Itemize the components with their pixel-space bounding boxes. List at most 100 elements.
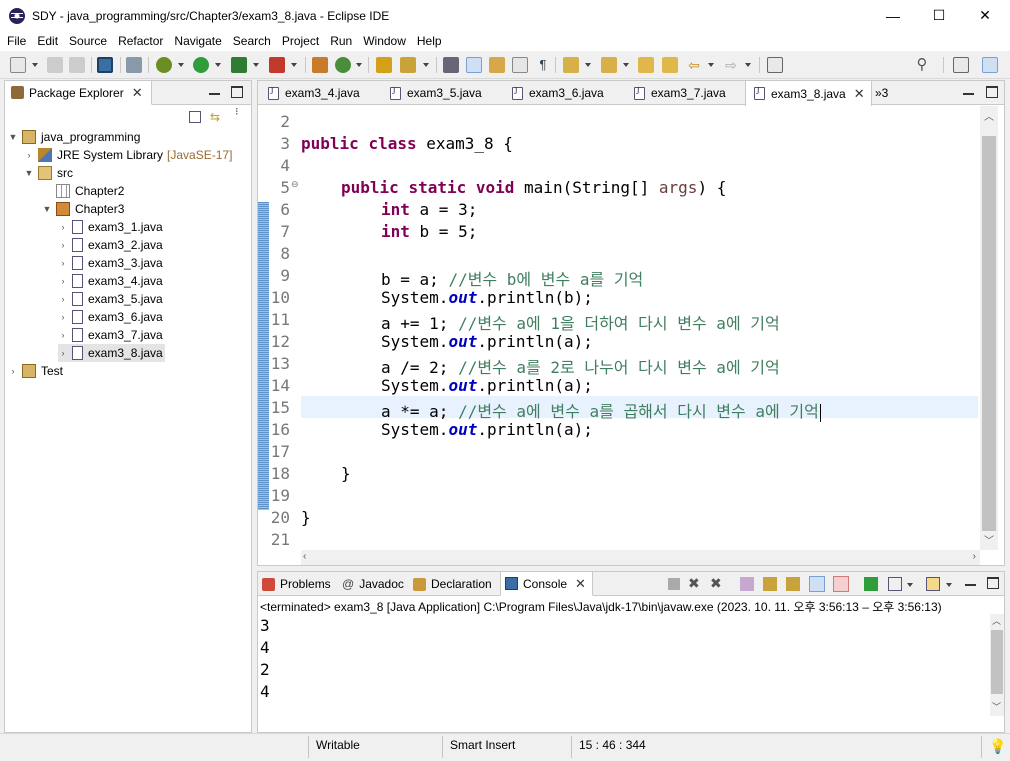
tree-package-chapter2[interactable]: Chapter2 xyxy=(42,182,124,200)
lightbulb-icon[interactable]: 💡 xyxy=(989,738,1006,755)
menu-run[interactable]: Run xyxy=(326,34,356,48)
menu-source[interactable]: Source xyxy=(65,34,111,48)
tab-console[interactable]: Console ✕ xyxy=(500,572,593,596)
collapsed-icon[interactable]: › xyxy=(58,294,68,304)
toggle-highlight-icon[interactable] xyxy=(466,57,482,73)
scroll-left-icon[interactable]: ‹ xyxy=(303,551,306,562)
tree-package-chapter3[interactable]: ▼ Chapter3 xyxy=(42,200,124,218)
last-edit-location-icon[interactable] xyxy=(638,57,654,73)
show-whitespace-icon[interactable]: ¶ xyxy=(535,57,551,73)
close-icon[interactable]: ✕ xyxy=(854,86,865,102)
tab-package-explorer[interactable]: Package Explorer ✕ xyxy=(5,81,152,105)
search-icon[interactable]: ⚲ xyxy=(914,57,930,73)
tree-project-test[interactable]: › Test xyxy=(8,362,63,380)
editor-tab[interactable]: exam3_6.java xyxy=(508,81,608,105)
debug-icon[interactable] xyxy=(156,57,172,73)
menu-edit[interactable]: Edit xyxy=(33,34,62,48)
back-dropdown-icon[interactable] xyxy=(708,63,714,67)
fold-collapse-icon[interactable]: ⊖ xyxy=(291,180,299,190)
open-type-icon[interactable] xyxy=(376,57,392,73)
next-annotation-icon[interactable] xyxy=(563,57,579,73)
menu-refactor[interactable]: Refactor xyxy=(114,34,167,48)
console-vertical-scrollbar[interactable]: ︿ ﹀ xyxy=(990,614,1004,716)
minimize-button[interactable]: — xyxy=(870,0,916,31)
maximize-button[interactable]: ☐ xyxy=(916,0,962,31)
collapsed-icon[interactable]: › xyxy=(58,330,68,340)
collapsed-icon[interactable]: › xyxy=(58,240,68,250)
scroll-thumb[interactable] xyxy=(991,630,1003,694)
menu-window[interactable]: Window xyxy=(359,34,410,48)
maximize-view-icon[interactable] xyxy=(986,86,998,98)
tab-declaration[interactable]: Declaration xyxy=(413,572,492,596)
expanded-icon[interactable]: ▼ xyxy=(42,204,52,214)
new-icon[interactable] xyxy=(10,57,26,73)
display-selected-console-icon[interactable] xyxy=(888,577,902,591)
scroll-right-icon[interactable]: › xyxy=(973,551,976,562)
close-icon[interactable]: ✕ xyxy=(575,576,586,592)
coverage-dropdown-icon[interactable] xyxy=(253,63,259,67)
menu-file[interactable]: File xyxy=(3,34,30,48)
maximize-view-icon[interactable] xyxy=(231,86,243,98)
menu-search[interactable]: Search xyxy=(229,34,275,48)
debug-dropdown-icon[interactable] xyxy=(178,63,184,67)
collapsed-icon[interactable]: › xyxy=(58,258,68,268)
open-console-icon[interactable] xyxy=(926,577,940,591)
open-task-dropdown-icon[interactable] xyxy=(423,63,429,67)
menu-help[interactable]: Help xyxy=(413,34,446,48)
collapsed-icon[interactable]: › xyxy=(24,150,34,160)
block-selection-icon[interactable] xyxy=(512,57,528,73)
new-dropdown-icon[interactable] xyxy=(32,63,38,67)
pin-console-icon[interactable] xyxy=(864,577,878,591)
editor-horizontal-scrollbar[interactable]: ‹ › xyxy=(301,550,980,565)
tab-javadoc[interactable]: @ Javadoc xyxy=(342,572,404,596)
link-with-editor-icon[interactable]: ⇆ xyxy=(210,111,222,123)
collapsed-icon[interactable]: › xyxy=(58,276,68,286)
clear-console-icon[interactable] xyxy=(740,577,754,591)
tree-file[interactable]: › exam3_5.java xyxy=(58,290,163,308)
view-menu-icon[interactable]: ⁝ xyxy=(235,107,239,124)
close-button[interactable]: ✕ xyxy=(962,0,1008,31)
tab-overflow-button[interactable]: »3 xyxy=(875,81,888,105)
minimize-view-icon[interactable] xyxy=(963,89,974,95)
show-on-stdout-icon[interactable] xyxy=(809,576,825,592)
tree-file-selected[interactable]: › exam3_8.java xyxy=(58,344,165,362)
remove-all-launches-icon[interactable]: ✖ xyxy=(710,575,722,592)
word-wrap-icon[interactable] xyxy=(786,577,800,591)
scroll-down-icon[interactable]: ﹀ xyxy=(992,700,1001,713)
expanded-icon[interactable]: ▼ xyxy=(8,132,18,142)
tab-problems[interactable]: Problems xyxy=(262,572,331,596)
toggle-breadcrumb-icon[interactable] xyxy=(489,57,505,73)
toggle-mark-occurrences-icon[interactable] xyxy=(443,57,459,73)
tree-file[interactable]: › exam3_6.java xyxy=(58,308,163,326)
forward-icon[interactable]: ⇨ xyxy=(723,57,739,73)
scroll-thumb[interactable] xyxy=(982,136,996,531)
tree-jre-library[interactable]: › JRE System Library [JavaSE-17] xyxy=(24,146,232,164)
previous-annotation-dropdown-icon[interactable] xyxy=(623,63,629,67)
open-console-dropdown-icon[interactable] xyxy=(946,583,952,587)
next-edit-location-icon[interactable] xyxy=(662,57,678,73)
tree-file[interactable]: › exam3_2.java xyxy=(58,236,163,254)
tree-file[interactable]: › exam3_3.java xyxy=(58,254,163,272)
save-icon[interactable] xyxy=(47,57,63,73)
minimize-view-icon[interactable] xyxy=(209,89,220,95)
scroll-down-icon[interactable]: ﹀ xyxy=(984,532,994,547)
terminate-icon[interactable] xyxy=(668,578,680,590)
menu-project[interactable]: Project xyxy=(278,34,323,48)
editor-tab-active[interactable]: exam3_8.java ✕ xyxy=(745,81,872,106)
external-tools-dropdown-icon[interactable] xyxy=(291,63,297,67)
code-area[interactable]: 2 3 4 5 ⊖ 6 7 8 9 10 11 12 13 14 15 16 1… xyxy=(258,106,980,550)
pin-editor-icon[interactable] xyxy=(767,57,783,73)
collapsed-icon[interactable]: › xyxy=(58,312,68,322)
editor-tab[interactable]: exam3_5.java xyxy=(386,81,486,105)
tree-src-folder[interactable]: ▼ src xyxy=(24,164,73,182)
editor-vertical-scrollbar[interactable]: ︿ ﹀ xyxy=(980,106,998,550)
save-all-icon[interactable] xyxy=(69,57,85,73)
tree-file[interactable]: › exam3_7.java xyxy=(58,326,163,344)
scroll-lock-icon[interactable] xyxy=(763,577,777,591)
open-console-icon[interactable] xyxy=(97,57,113,73)
new-java-project-icon[interactable] xyxy=(312,57,328,73)
previous-annotation-icon[interactable] xyxy=(601,57,617,73)
remove-launch-icon[interactable]: ✖ xyxy=(688,575,700,592)
collapsed-icon[interactable]: › xyxy=(58,348,68,358)
back-icon[interactable]: ⇦ xyxy=(686,57,702,73)
